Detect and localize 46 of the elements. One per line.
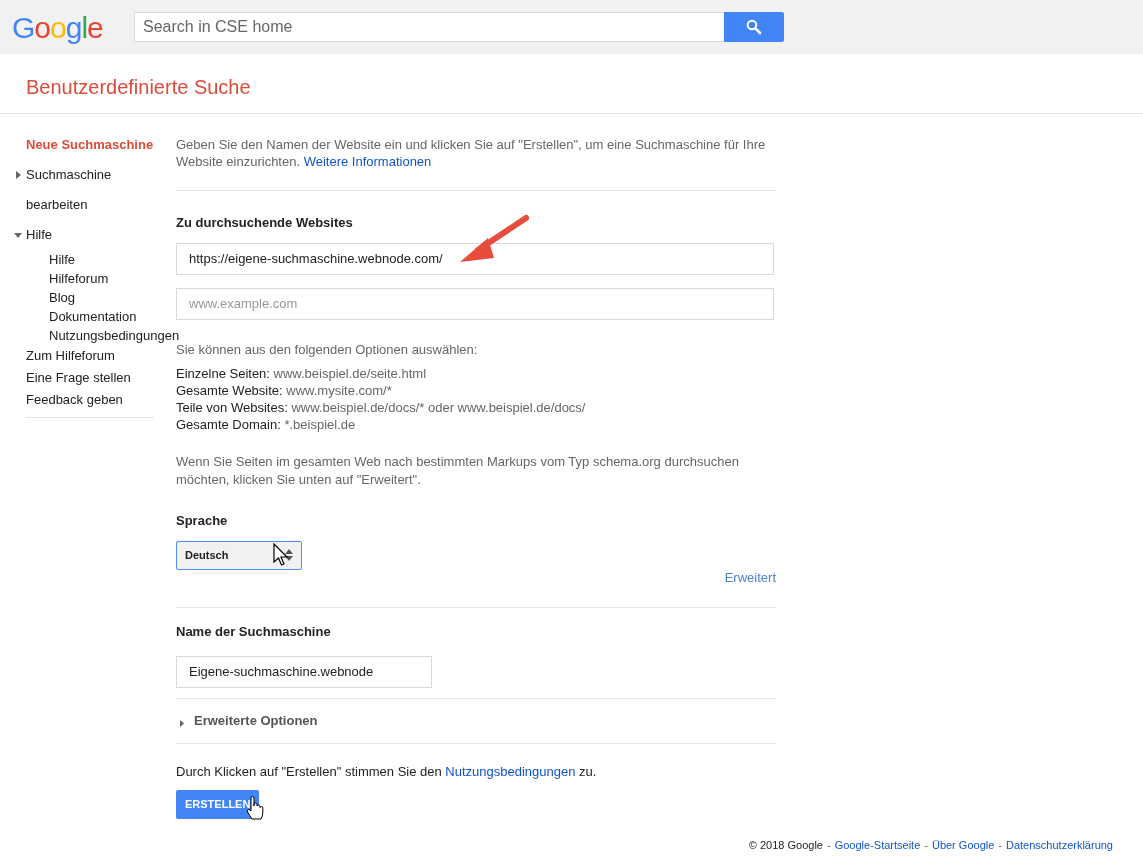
- copyright-text: © 2018 Google: [748, 838, 823, 853]
- search-icon: [746, 19, 762, 35]
- sidebar-item[interactable]: Eine Frage stellen: [10, 367, 176, 389]
- separator-text: -: [924, 838, 928, 853]
- sidebar-item[interactable]: Hilfe: [10, 220, 176, 250]
- url-field[interactable]: https://eigene-suchmaschine.webnode.com/: [176, 242, 774, 275]
- section-heading: Name der Suchmaschine: [176, 623, 332, 641]
- option-line: Teile von Websites: www.beispiel.de/docs/* oder www.beispiel.de/docs/: [176, 399, 587, 416]
- section-heading: Zu durchsuchende Websites: [176, 214, 354, 232]
- section-heading: Sprache: [176, 512, 229, 530]
- page-title: Benutzerdefinierte Suche: [0, 54, 1143, 114]
- option-line: Gesamte Domain: *.beispiel.de: [176, 416, 357, 433]
- annotation-arrow: [458, 212, 530, 264]
- sidebar-item[interactable]: Feedback geben: [10, 389, 176, 411]
- sidebar-item[interactable]: bearbeiten: [10, 190, 176, 220]
- terms-link[interactable]: Nutzungsbedingungen: [445, 763, 576, 779]
- caret-right-icon: [15, 171, 21, 179]
- advanced-options-toggle[interactable]: Erweiterte Optionen: [176, 698, 776, 743]
- sidebar-subitem[interactable]: Blog: [49, 288, 76, 307]
- sidebar-item[interactable]: Suchmaschine: [10, 160, 176, 190]
- url-field[interactable]: www.example.com: [176, 287, 774, 320]
- stepper-icon: [285, 549, 293, 561]
- language-select[interactable]: Deutsch: [176, 540, 302, 570]
- sidebar-item[interactable]: Neue Suchmaschine: [10, 130, 176, 160]
- sidebar-subitem[interactable]: Dokumentation: [49, 307, 137, 326]
- footer-link[interactable]: Google-Startseite: [834, 837, 921, 854]
- schema-note: Wenn Sie Seiten im gesamten Web nach bestimmten Markups vom Typ schema.org durchsuchen möchten, klicken Sie unten auf "Erweitert".: [176, 453, 740, 489]
- separator-text: -: [827, 838, 831, 853]
- pointer-cursor-icon: [273, 543, 289, 567]
- footer-link[interactable]: Datenschutzerklärung: [1006, 837, 1113, 854]
- terms-text: Durch Klicken auf "Erstellen" stimmen Sie den Nutzungsbedingungen zu.: [176, 762, 598, 781]
- option-line: Einzelne Seiten: www.beispiel.de/seite.html: [176, 365, 428, 382]
- advanced-link[interactable]: Erweitert: [724, 569, 776, 585]
- sidebar-subitem[interactable]: Hilfeforum: [49, 269, 109, 288]
- name-field[interactable]: Eigene-suchmaschine.webnode: [176, 655, 432, 688]
- search-button[interactable]: [724, 12, 784, 42]
- search-field[interactable]: Search in CSE home: [134, 12, 724, 42]
- intro-text: Geben Sie den Namen der Website ein und klicken Sie auf "Erstellen", um eine Suchmaschine für Ihre Website einzurichten. Weitere Informationen: [176, 136, 767, 170]
- more-info-link[interactable]: Weitere Informationen: [303, 154, 432, 169]
- caret-down-icon: [14, 232, 22, 238]
- separator-text: -: [998, 838, 1002, 853]
- option-line: Gesamte Website: www.mysite.com/*: [176, 382, 393, 399]
- sidebar-item[interactable]: Zum Hilfeforum: [10, 345, 176, 367]
- sidebar-subitem[interactable]: Hilfe: [49, 250, 75, 269]
- caret-right-icon: [180, 720, 184, 727]
- footer-link[interactable]: Über Google: [931, 837, 995, 854]
